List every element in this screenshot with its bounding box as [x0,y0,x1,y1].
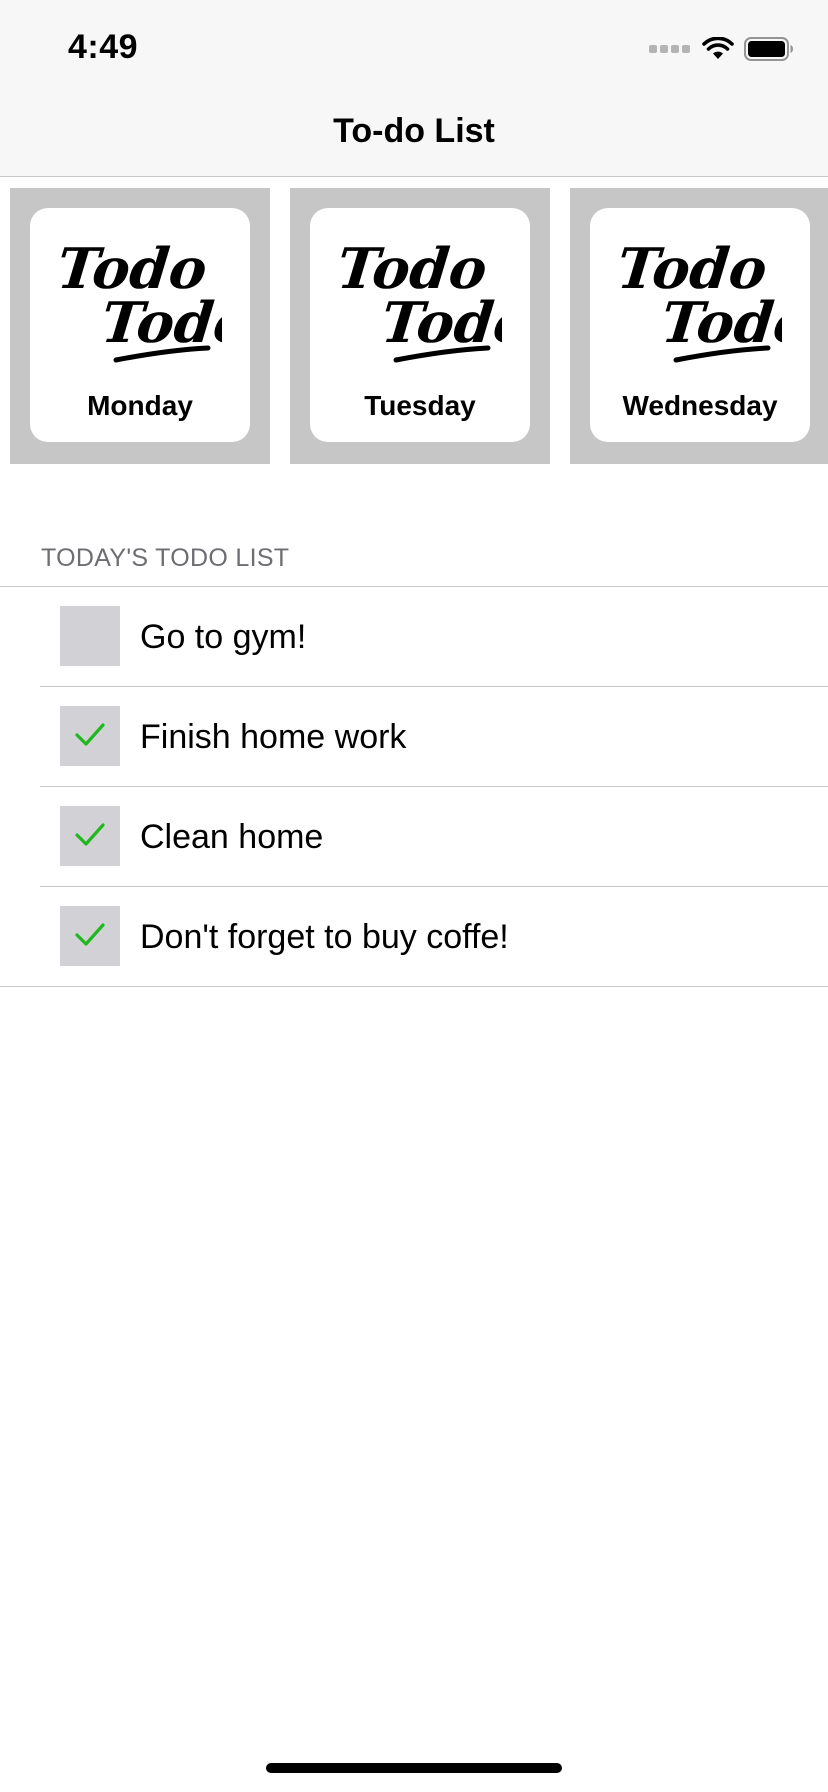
day-card-monday[interactable]: Todo Todo Monday [10,188,270,464]
todo-checkbox[interactable] [60,706,120,766]
page-title: To-do List [333,112,495,150]
todo-logo-icon: Todo Todo [58,236,222,363]
todo-row[interactable]: Don't forget to buy coffe! [0,887,828,987]
todo-text: Clean home [140,818,324,856]
day-card-content: Todo Todo Monday [30,208,250,442]
signal-icon [649,45,690,53]
battery-icon [744,37,794,61]
checkmark-icon [75,923,105,946]
status-icons [649,36,794,62]
status-time: 4:49 [68,28,139,66]
home-indicator[interactable] [266,1763,562,1773]
todo-list: Go to gym! Finish home work Clean home D… [0,587,828,987]
section-header: TODAY'S TODO LIST [41,544,290,572]
todo-logo-icon: Todo Todo [618,236,782,363]
todo-text: Finish home work [140,718,407,756]
day-card-content: Todo Todo Tuesday [310,208,530,442]
todo-text: Go to gym! [140,618,307,656]
todo-row[interactable]: Clean home [0,787,828,887]
day-carousel[interactable]: Todo Todo Monday Todo Todo Tuesday Todo … [0,188,828,464]
checkmark-icon [75,823,105,846]
todo-text: Don't forget to buy coffe! [140,918,509,956]
todo-logo-icon: Todo Todo [338,236,502,363]
todo-checkbox[interactable] [60,906,120,966]
day-label: Wednesday [622,390,778,421]
day-label: Tuesday [364,390,476,421]
navigation-bar: 4:49 To-do List [0,0,828,177]
todo-screen: 4:49 To-do List Todo Todo Monday Todo To… [0,0,828,1792]
todo-checkbox[interactable] [60,806,120,866]
divider [0,986,828,987]
day-label: Monday [87,390,193,421]
day-card-wednesday[interactable]: Todo Todo Wednesday [570,188,828,464]
checkmark-icon [75,723,105,746]
todo-checkbox[interactable] [60,606,120,666]
todo-row[interactable]: Go to gym! [0,587,828,687]
todo-row[interactable]: Finish home work [0,687,828,787]
day-card-content: Todo Todo Wednesday [590,208,810,442]
wifi-icon [702,37,734,61]
day-card-tuesday[interactable]: Todo Todo Tuesday [290,188,550,464]
